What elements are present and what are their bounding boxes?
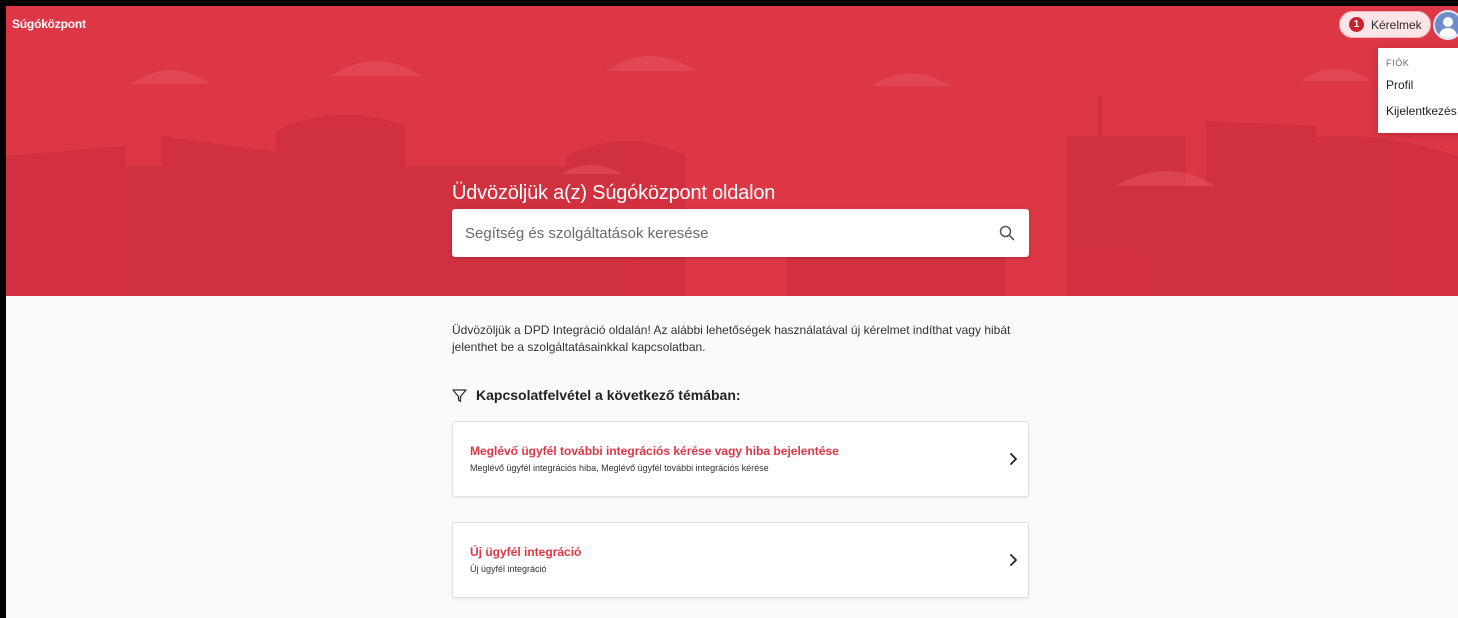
option-card-new-customer[interactable]: Új ügyfél integráció Új ügyfél integráci… — [452, 522, 1029, 598]
intro-text: Üdvözöljük a DPD Integráció oldalán! Az … — [452, 323, 1011, 354]
search-icon[interactable] — [999, 225, 1015, 241]
filter-icon — [452, 388, 467, 402]
chevron-right-icon — [1010, 453, 1017, 465]
chevron-right-icon — [1010, 554, 1017, 566]
option-title: Meglévő ügyfél további integrációs kérés… — [470, 444, 839, 458]
search-input[interactable] — [452, 209, 982, 257]
hero-banner: Súgóközpont 1 Kérelmek Üdvözöljük a(z) S… — [6, 6, 1458, 296]
section-header: Kapcsolatfelvétel a következő témában: — [452, 387, 741, 403]
requests-label: Kérelmek — [1371, 17, 1422, 32]
requests-count-badge: 1 — [1349, 17, 1364, 32]
option-title: Új ügyfél integráció — [470, 545, 582, 559]
option-description: Új ügyfél integráció — [470, 564, 547, 574]
option-description: Meglévő ügyfél integrációs hiba, Meglévő… — [470, 463, 769, 473]
page-title: Üdvözöljük a(z) Súgóközpont oldalon — [452, 182, 776, 204]
account-dropdown-menu: FIÓK Profil Kijelentkezés — [1378, 48, 1458, 133]
menu-item-logout[interactable]: Kijelentkezés — [1386, 104, 1458, 118]
account-menu-heading: FIÓK — [1386, 58, 1410, 68]
option-card-existing-customer[interactable]: Meglévő ügyfél további integrációs kérés… — [452, 421, 1029, 497]
search-box — [452, 209, 1029, 257]
section-title: Kapcsolatfelvétel a következő témában: — [476, 387, 741, 403]
requests-button[interactable]: 1 Kérelmek — [1339, 11, 1431, 38]
help-center-home-link[interactable]: Súgóközpont — [12, 17, 86, 31]
menu-item-profile[interactable]: Profil — [1386, 78, 1458, 92]
user-silhouette-icon — [1439, 17, 1457, 38]
help-center-page: Súgóközpont 1 Kérelmek Üdvözöljük a(z) S… — [0, 0, 1458, 618]
user-avatar-icon[interactable] — [1433, 10, 1458, 40]
